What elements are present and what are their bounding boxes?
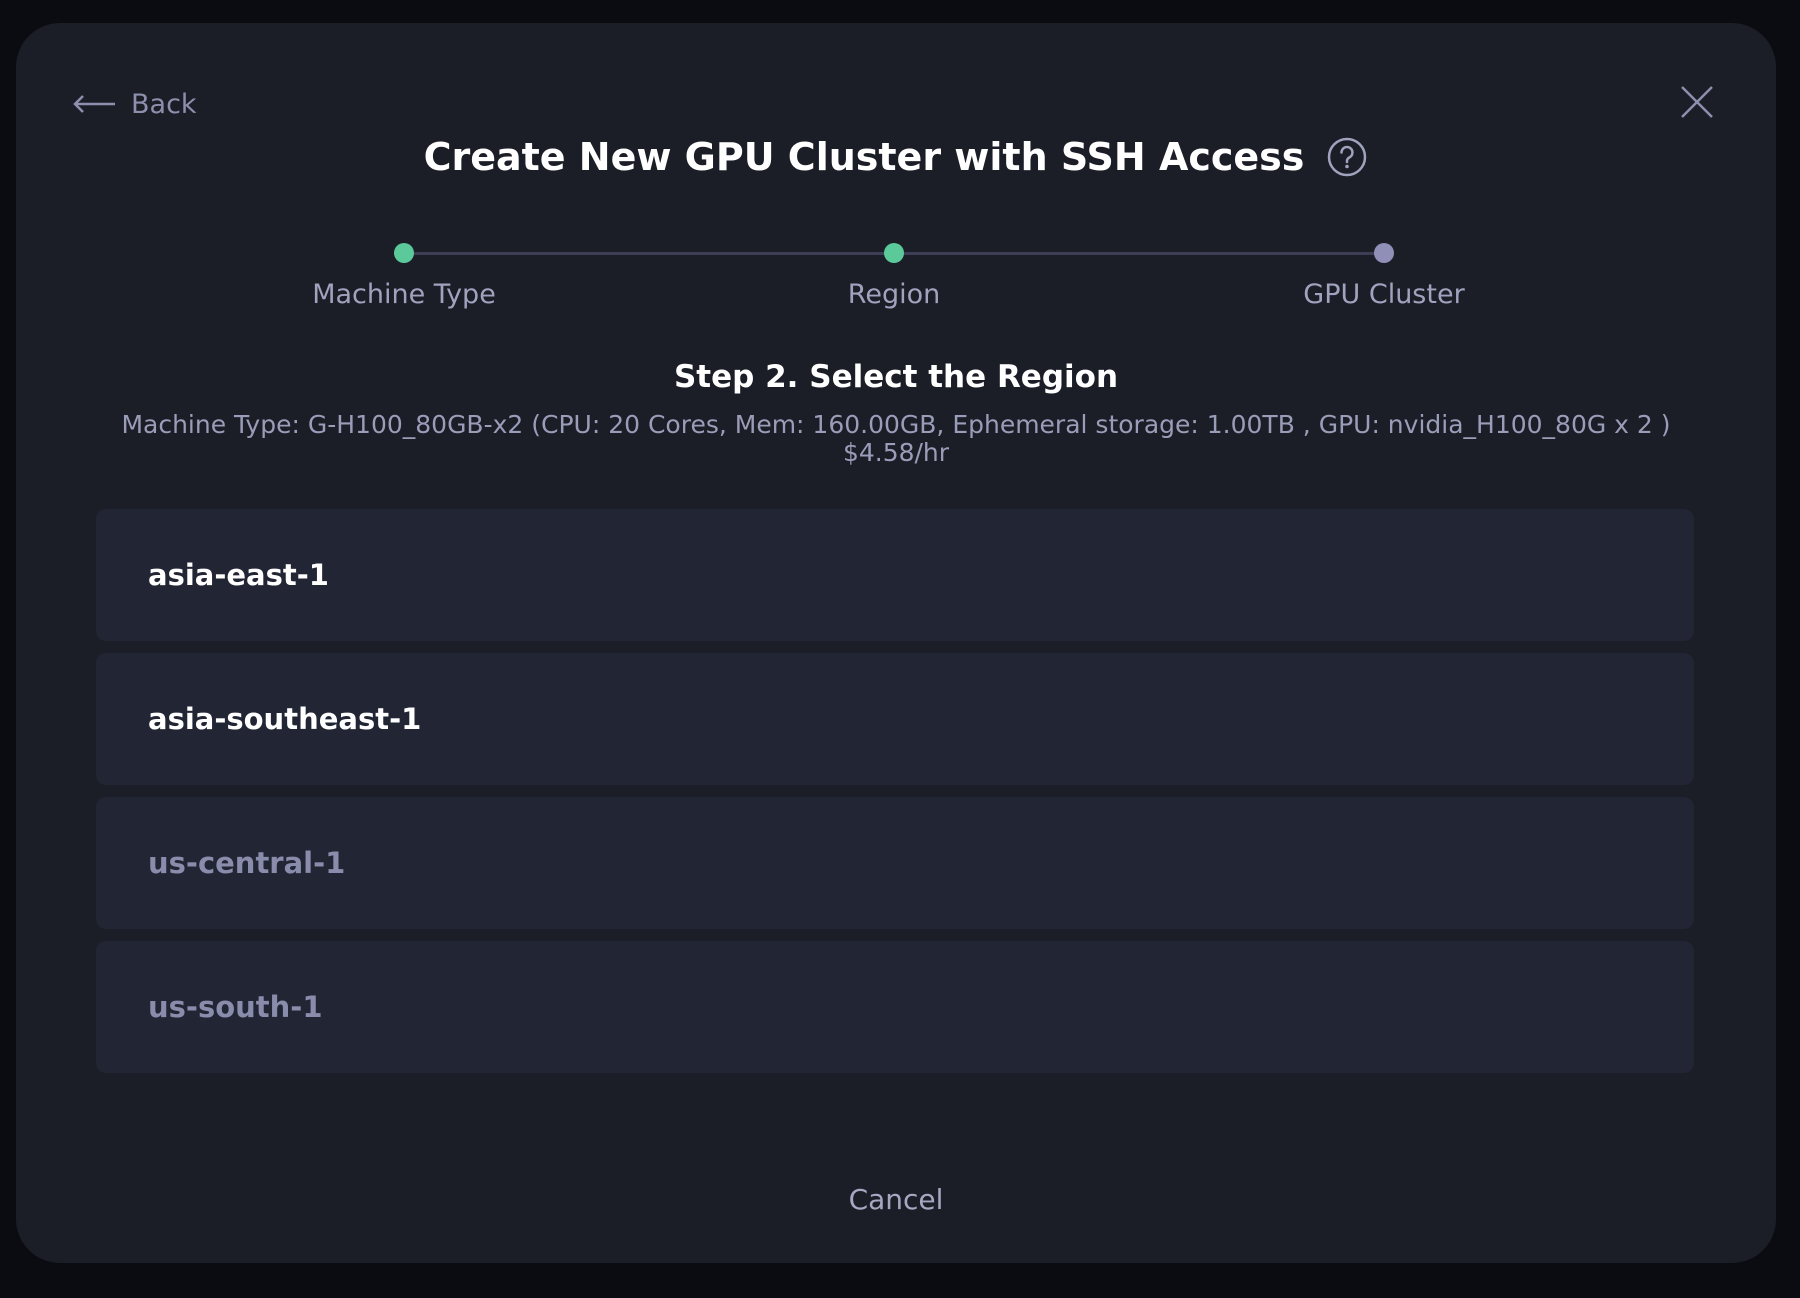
region-option-asia-east-1[interactable]: asia-east-1 (96, 509, 1694, 641)
step-heading: Step 2. Select the Region (673, 359, 1119, 395)
cancel-row: Cancel (16, 1183, 1776, 1216)
step-label: Region (847, 279, 941, 310)
step-machine-type: Machine Type (254, 228, 554, 310)
back-button[interactable]: Back (71, 81, 197, 127)
region-option-asia-southeast-1[interactable]: asia-southeast-1 (96, 653, 1694, 785)
price-info: $4.58/hr (842, 438, 950, 467)
step-dot (1374, 243, 1394, 263)
close-icon[interactable] (1674, 79, 1720, 125)
step-region: Region (744, 228, 1044, 310)
step-label: Machine Type (312, 279, 496, 310)
step-dot (394, 243, 414, 263)
step-dot (884, 243, 904, 263)
modal-title: Create New GPU Cluster with SSH Access (423, 135, 1305, 179)
machine-type-info: Machine Type: G-H100_80GB-x2 (CPU: 20 Co… (121, 410, 1671, 439)
step-label: GPU Cluster (1303, 279, 1465, 310)
arrow-left-icon (71, 92, 117, 116)
question-circle-icon[interactable] (1326, 136, 1368, 178)
region-option-us-south-1[interactable]: us-south-1 (96, 941, 1694, 1073)
create-gpu-cluster-modal: Back Create New GPU Cluster with SSH Acc… (16, 23, 1776, 1263)
machine-summary: Machine Type: G-H100_80GB-x2 (CPU: 20 Co… (56, 411, 1736, 467)
step-gpu-cluster: GPU Cluster (1234, 228, 1534, 310)
region-list: asia-east-1 asia-southeast-1 us-central-… (96, 509, 1694, 1085)
progress-stepper: Machine Type Region GPU Cluster (16, 228, 1776, 318)
cancel-button[interactable]: Cancel (849, 1183, 944, 1216)
region-option-us-central-1[interactable]: us-central-1 (96, 797, 1694, 929)
back-label: Back (131, 88, 197, 120)
title-row: Create New GPU Cluster with SSH Access (16, 135, 1776, 179)
